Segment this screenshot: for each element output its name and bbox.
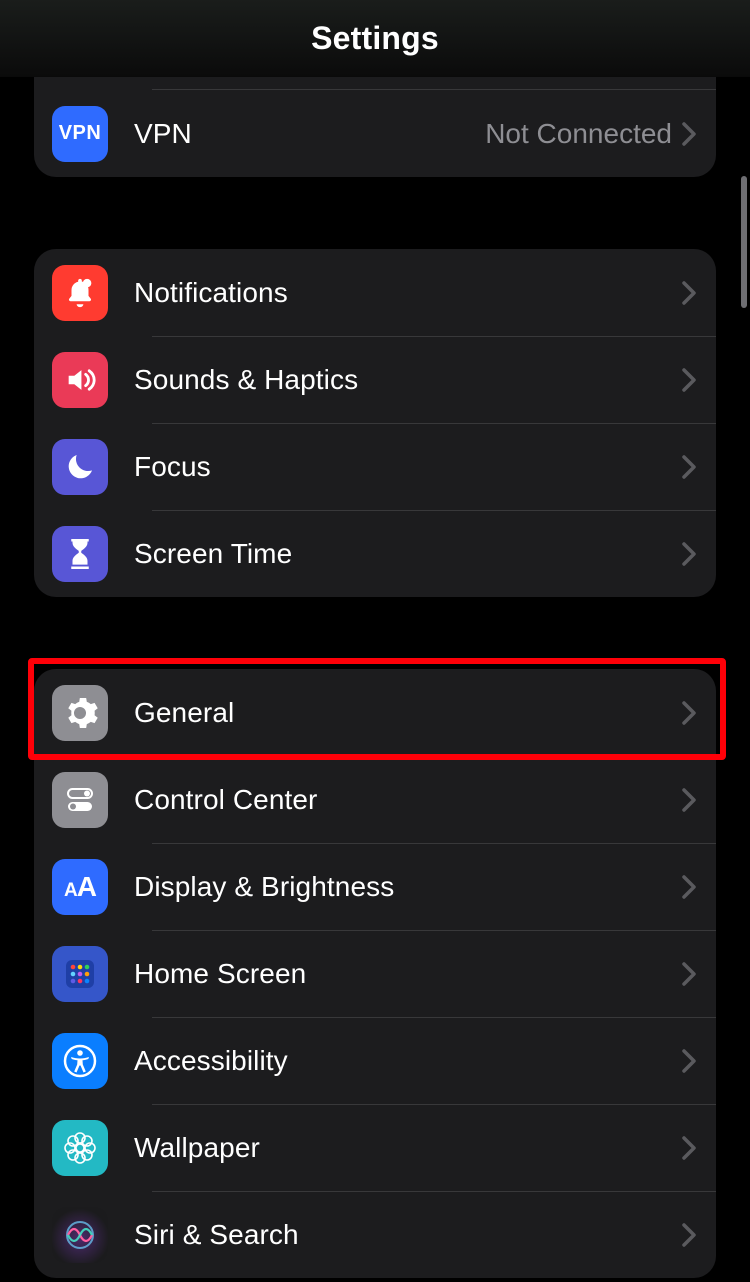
chevron-right-icon: [682, 1049, 696, 1073]
bell-icon: [52, 265, 108, 321]
group-attention: Notifications Sounds & Haptics Focus: [34, 249, 716, 597]
row-label: Wallpaper: [134, 1132, 682, 1164]
row-home-screen[interactable]: Home Screen: [34, 930, 716, 1017]
chevron-right-icon: [682, 281, 696, 305]
chevron-right-icon: [682, 368, 696, 392]
row-focus[interactable]: Focus: [34, 423, 716, 510]
row-siri-search[interactable]: Siri & Search: [34, 1191, 716, 1278]
gear-icon: [52, 685, 108, 741]
text-size-icon: AA: [52, 859, 108, 915]
group-connectivity: VPN VPN Not Connected: [34, 77, 716, 177]
row-label: Notifications: [134, 277, 682, 309]
row-label: Sounds & Haptics: [134, 364, 682, 396]
chevron-right-icon: [682, 701, 696, 725]
clipped-row-remnant: [152, 77, 716, 90]
row-sounds-haptics[interactable]: Sounds & Haptics: [34, 336, 716, 423]
row-notifications[interactable]: Notifications: [34, 249, 716, 336]
row-label: VPN: [134, 118, 485, 150]
chevron-right-icon: [682, 875, 696, 899]
group-general: General Control Center A: [34, 669, 716, 1278]
row-screen-time[interactable]: Screen Time: [34, 510, 716, 597]
chevron-right-icon: [682, 122, 696, 146]
page-title: Settings: [311, 20, 439, 57]
row-label: Display & Brightness: [134, 871, 682, 903]
row-label: Focus: [134, 451, 682, 483]
chevron-right-icon: [682, 455, 696, 479]
row-detail: Not Connected: [485, 118, 672, 150]
chevron-right-icon: [682, 1223, 696, 1247]
accessibility-icon: [52, 1033, 108, 1089]
settings-list: VPN VPN Not Connected Notifications Soun…: [0, 77, 750, 1278]
row-general[interactable]: General: [34, 669, 716, 756]
row-wallpaper[interactable]: Wallpaper: [34, 1104, 716, 1191]
row-label: Home Screen: [134, 958, 682, 990]
chevron-right-icon: [682, 962, 696, 986]
row-label: Screen Time: [134, 538, 682, 570]
vpn-icon: VPN: [52, 106, 108, 162]
row-label: General: [134, 697, 682, 729]
navbar: Settings: [0, 0, 750, 77]
row-control-center[interactable]: Control Center: [34, 756, 716, 843]
chevron-right-icon: [682, 1136, 696, 1160]
chevron-right-icon: [682, 788, 696, 812]
flower-icon: [52, 1120, 108, 1176]
hourglass-icon: [52, 526, 108, 582]
toggles-icon: [52, 772, 108, 828]
row-vpn[interactable]: VPN VPN Not Connected: [34, 90, 716, 177]
moon-icon: [52, 439, 108, 495]
row-display-brightness[interactable]: AA Display & Brightness: [34, 843, 716, 930]
row-label: Accessibility: [134, 1045, 682, 1077]
app-grid-icon: [52, 946, 108, 1002]
vpn-icon-text: VPN: [59, 122, 102, 145]
row-accessibility[interactable]: Accessibility: [34, 1017, 716, 1104]
row-label: Control Center: [134, 784, 682, 816]
siri-icon: [52, 1207, 108, 1263]
row-label: Siri & Search: [134, 1219, 682, 1251]
scrollbar-thumb[interactable]: [741, 176, 747, 308]
chevron-right-icon: [682, 542, 696, 566]
speaker-icon: [52, 352, 108, 408]
